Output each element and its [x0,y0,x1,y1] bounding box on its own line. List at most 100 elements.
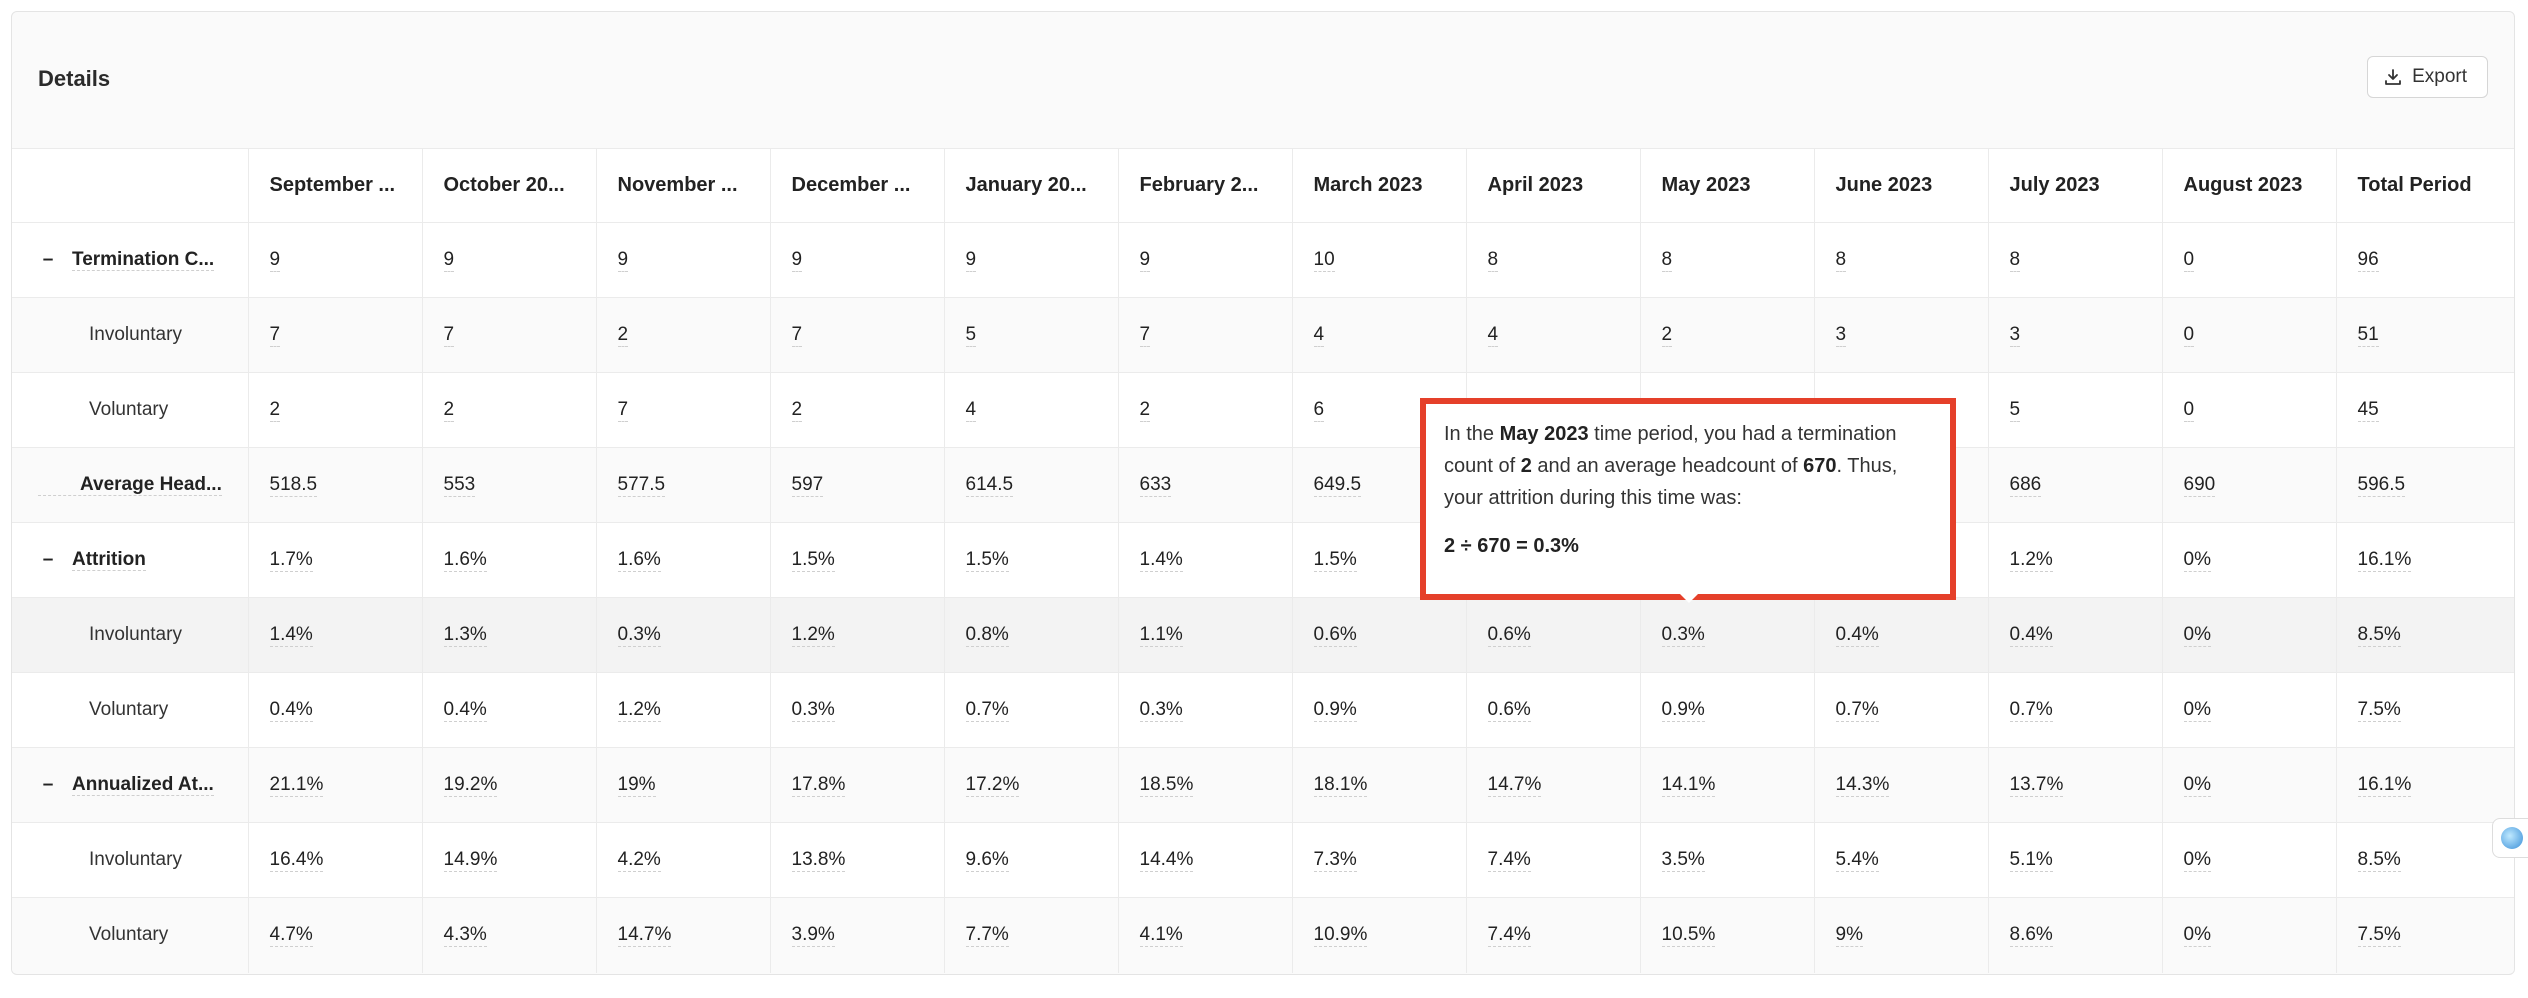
cell-value[interactable]: 96 [2357,249,2379,272]
cell-value[interactable]: 0% [2183,549,2211,572]
cell-value[interactable]: 45 [2357,399,2379,422]
cell-value[interactable]: 1.2% [617,699,661,722]
cell-value[interactable]: 4.1% [1139,924,1183,948]
cell-value[interactable]: 14.4% [1139,849,1194,872]
cell-value[interactable]: 1.6% [617,549,661,572]
cell-value[interactable]: 0.4% [269,699,313,722]
cell-value[interactable]: 10.9% [1313,924,1368,948]
cell-value[interactable]: 1.4% [1139,549,1183,572]
cell-value[interactable]: 0% [2183,774,2211,797]
column-header[interactable]: December ... [770,148,945,223]
cell-value[interactable]: 3.9% [791,924,835,948]
cell-value[interactable]: 17.8% [791,774,846,797]
cell-value[interactable]: 2 [791,399,803,422]
cell-value[interactable]: 1.5% [965,549,1009,572]
cell-value[interactable]: 0.7% [965,699,1009,722]
cell-value[interactable]: 14.1% [1661,774,1716,797]
cell-value[interactable]: 4.2% [617,849,661,872]
cell-value[interactable]: 16.4% [269,849,324,872]
column-header[interactable]: February 2... [1118,148,1293,223]
cell-value[interactable]: 2 [269,399,281,422]
cell-value[interactable]: 18.1% [1313,774,1368,797]
cell-value[interactable]: 5 [965,324,977,347]
collapse-toggle-icon[interactable]: – [38,774,58,796]
cell-value[interactable]: 0.3% [1139,699,1183,722]
cell-value[interactable]: 0% [2183,849,2211,872]
cell-value[interactable]: 5 [2009,399,2021,422]
cell-value[interactable]: 8.6% [2009,924,2053,948]
cell-value[interactable]: 5.1% [2009,849,2053,872]
cell-value[interactable]: 596.5 [2357,474,2406,497]
column-header[interactable]: August 2023 [2162,148,2337,223]
cell-value[interactable]: 0.9% [1313,699,1357,722]
cell-value[interactable]: 614.5 [965,474,1014,497]
cell-value[interactable]: 7.4% [1487,924,1531,948]
cell-value[interactable]: 16.1% [2357,774,2412,797]
cell-value[interactable]: 14.9% [443,849,498,872]
cell-value[interactable]: 1.5% [1313,549,1357,572]
cell-value[interactable]: 3.5% [1661,849,1705,872]
cell-value[interactable]: 9% [1835,924,1863,948]
cell-value[interactable]: 0.6% [1487,699,1531,722]
column-header[interactable]: October 20... [422,148,597,223]
cell-value[interactable]: 577.5 [617,474,666,497]
column-header[interactable]: November ... [596,148,771,223]
cell-value[interactable]: 8.5% [2357,624,2401,647]
column-header[interactable]: March 2023 [1292,148,1467,223]
cell-value[interactable]: 0.3% [617,624,661,647]
cell-value[interactable]: 1.2% [2009,549,2053,572]
cell-value[interactable]: 18.5% [1139,774,1194,797]
cell-value[interactable]: 2 [443,399,455,422]
cell-value[interactable]: 0.6% [1313,624,1357,647]
cell-value[interactable]: 0.7% [2009,699,2053,722]
cell-value[interactable]: 7 [269,324,281,347]
cell-value[interactable]: 0.7% [1835,699,1879,722]
cell-value[interactable]: 8 [1661,249,1673,272]
column-header[interactable]: Total Period [2336,148,2514,223]
cell-value[interactable]: 13.8% [791,849,846,872]
cell-value[interactable]: 0.4% [443,699,487,722]
cell-value[interactable]: 0% [2183,624,2211,647]
cell-value[interactable]: 0.4% [1835,624,1879,647]
cell-value[interactable]: 1.2% [791,624,835,647]
cell-value[interactable]: 7.7% [965,924,1009,948]
cell-value[interactable]: 0.4% [2009,624,2053,647]
cell-value[interactable]: 633 [1139,474,1172,497]
cell-value[interactable]: 0.3% [1661,624,1705,647]
cell-value[interactable]: 7 [791,324,803,347]
cell-value[interactable]: 0% [2183,924,2211,948]
cell-value[interactable]: 686 [2009,474,2042,497]
cell-value[interactable]: 9 [965,249,977,272]
cell-value[interactable]: 690 [2183,474,2216,497]
cell-value[interactable]: 7.5% [2357,924,2401,948]
cell-value[interactable]: 7 [617,399,629,422]
cell-value[interactable]: 9 [269,249,281,272]
cell-value[interactable]: 0% [2183,699,2211,722]
cell-value[interactable]: 4 [965,399,977,422]
column-header[interactable]: September ... [248,148,423,223]
cell-value[interactable]: 8 [2009,249,2021,272]
column-header[interactable]: April 2023 [1466,148,1641,223]
column-header[interactable]: May 2023 [1640,148,1815,223]
cell-value[interactable]: 1.6% [443,549,487,572]
cell-value[interactable]: 553 [443,474,476,497]
cell-value[interactable]: 7.5% [2357,699,2401,722]
cell-value[interactable]: 2 [1139,399,1151,422]
cell-value[interactable]: 14.7% [1487,774,1542,797]
cell-value[interactable]: 7 [443,324,455,347]
cell-value[interactable]: 9.6% [965,849,1009,872]
cell-value[interactable]: 7.4% [1487,849,1531,872]
cell-value[interactable]: 6 [1313,399,1325,422]
cell-value[interactable]: 2 [617,324,629,347]
cell-value[interactable]: 8 [1835,249,1847,272]
cell-value[interactable]: 0.9% [1661,699,1705,722]
cell-value[interactable]: 4 [1313,324,1325,347]
cell-value[interactable]: 9 [791,249,803,272]
cell-value[interactable]: 3 [2009,324,2021,347]
row-label-cell[interactable]: – Termination C... [12,222,249,298]
column-header[interactable]: July 2023 [1988,148,2163,223]
column-header[interactable]: January 20... [944,148,1119,223]
cell-value[interactable]: 518.5 [269,474,318,497]
cell-value[interactable]: 19.2% [443,774,498,797]
cell-value[interactable]: 17.2% [965,774,1020,797]
